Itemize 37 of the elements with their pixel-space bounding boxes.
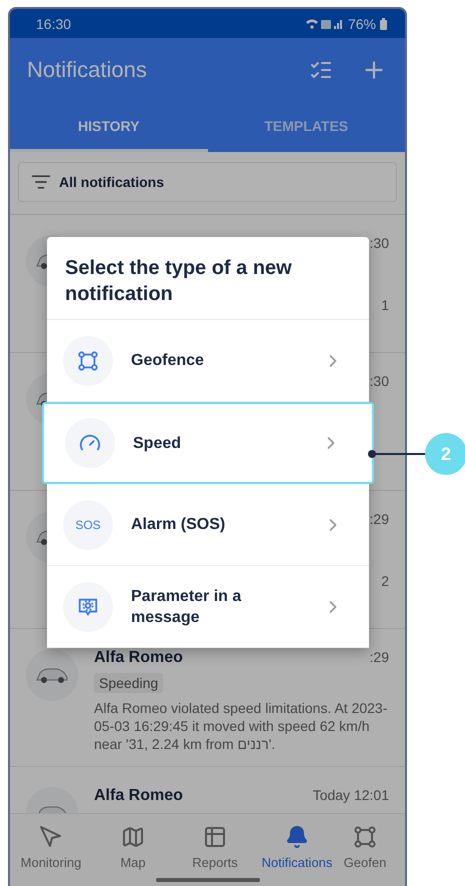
nav-tab[interactable]: Map — [92, 824, 174, 870]
sos-label: SOS — [75, 518, 101, 532]
bell-icon — [285, 824, 309, 848]
tab[interactable]: HISTORY — [10, 102, 208, 152]
notification-time: Today 12:01 — [312, 787, 389, 803]
notification-type-option[interactable]: Speed — [42, 402, 374, 484]
nav-tab[interactable]: Notifications — [256, 824, 338, 870]
callout-badge: 2 — [425, 433, 465, 475]
navigation-arrow-icon — [39, 824, 63, 848]
notification-time: :29 — [370, 511, 389, 527]
nav-tab[interactable]: Monitoring — [10, 824, 92, 870]
square-nodes-icon — [77, 350, 99, 372]
square-nodes-icon — [353, 824, 377, 848]
battery-icon — [380, 18, 387, 30]
notification-text: Alfa Romeo violated speed limitations. At 2023-05-03 16:29:45 it moved with speed 62 km/h near '31, 2.24 km from רננים'. — [94, 699, 388, 753]
nav-tab[interactable]: Geofen — [338, 824, 392, 870]
notification-type-option[interactable]: Geofence — [47, 320, 369, 402]
signal-icons — [306, 18, 344, 30]
notification-type-option[interactable]: Parameter in a message — [47, 566, 369, 648]
unit-name: Alfa Romeo — [94, 787, 183, 805]
nav-tab[interactable]: Reports — [174, 824, 256, 870]
tab[interactable]: TEMPLATES — [208, 102, 405, 152]
notification-tag: Speeding — [94, 673, 164, 693]
notification-time: :30 — [370, 373, 389, 389]
status-time: 16:30 — [36, 16, 72, 32]
filter-button[interactable]: All notifications — [18, 162, 397, 202]
map-icon — [121, 824, 145, 848]
notification-type-option[interactable]: SOS Alarm (SOS) — [47, 484, 369, 566]
unit-name: Alfa Romeo — [94, 649, 183, 667]
table-icon — [203, 824, 227, 848]
notification-text: 1 — [381, 297, 389, 313]
notification-time: :30 — [370, 235, 389, 251]
leader-line — [367, 448, 427, 460]
notification-time: :29 — [370, 649, 389, 665]
notification-text: 2 — [381, 573, 389, 589]
screen-title: Notifications — [27, 57, 148, 83]
battery-percent: 76% — [348, 16, 376, 32]
